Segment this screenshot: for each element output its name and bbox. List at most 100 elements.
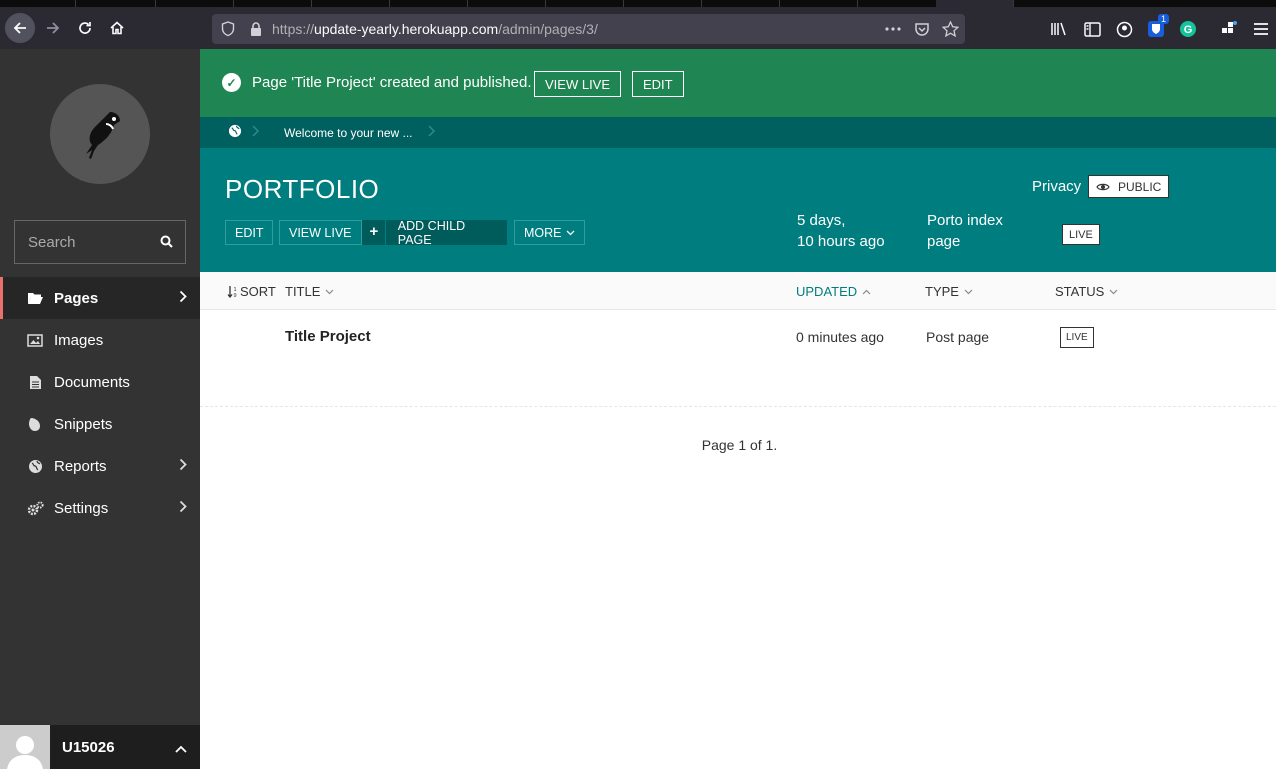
column-header-status[interactable]: STATUS	[1055, 284, 1118, 299]
message-view-live-button[interactable]: VIEW LIVE	[534, 71, 622, 97]
main-content: ✓ Page 'Title Project' created and publi…	[200, 49, 1276, 769]
folder-open-icon	[26, 290, 44, 306]
sidebar-item-documents[interactable]: Documents	[0, 361, 200, 403]
browser-tab[interactable]	[0, 0, 76, 7]
breadcrumb: Welcome to your new ...	[200, 117, 1276, 148]
sort-label: SORT	[240, 284, 276, 299]
sort-numeric-icon: 19	[227, 286, 237, 298]
chevron-down-icon	[325, 289, 334, 294]
success-message: ✓ Page 'Title Project' created and publi…	[200, 49, 1276, 117]
browser-tab[interactable]	[390, 0, 468, 7]
pocket-icon[interactable]	[913, 20, 931, 38]
extensions-icon[interactable]	[1219, 19, 1239, 39]
browser-tab[interactable]	[156, 0, 234, 7]
page-updated: 5 days, 10 hours ago	[797, 210, 885, 252]
grammarly-extension-icon[interactable]: G	[1178, 19, 1198, 39]
row-status-badge[interactable]: LIVE	[1060, 327, 1094, 348]
search-placeholder: Search	[28, 234, 76, 251]
column-label: TYPE	[925, 284, 959, 299]
browser-tab[interactable]	[76, 0, 156, 7]
wagtail-logo[interactable]	[50, 84, 150, 184]
sidebar-item-settings[interactable]: Settings	[0, 487, 200, 529]
user-account-menu[interactable]: U15026	[0, 725, 200, 769]
browser-tab[interactable]	[780, 0, 858, 7]
status-badge[interactable]: LIVE	[1062, 224, 1100, 245]
browser-tab[interactable]	[702, 0, 780, 7]
row-updated: 0 minutes ago	[796, 329, 884, 345]
column-header-updated[interactable]: UPDATED	[796, 284, 871, 299]
privacy-public-button[interactable]: PUBLIC	[1088, 175, 1170, 198]
library-icon[interactable]	[1049, 19, 1069, 39]
privacy-label: Privacy	[1032, 178, 1082, 195]
browser-tab[interactable]	[624, 0, 702, 7]
search-input[interactable]: Search	[14, 220, 186, 264]
browser-toolbar: https://update-yearly.herokuapp.com/admi…	[0, 7, 1276, 49]
snippet-icon	[26, 416, 44, 432]
view-live-button[interactable]: VIEW LIVE	[279, 220, 362, 245]
shield-icon[interactable]	[219, 20, 237, 38]
globe-icon	[26, 458, 44, 474]
browser-tab[interactable]	[546, 0, 624, 7]
chevron-down-icon	[1109, 289, 1118, 294]
breadcrumb-link[interactable]: Welcome to your new ...	[284, 126, 413, 140]
message-edit-button[interactable]: EDIT	[632, 71, 684, 97]
browser-tab[interactable]	[468, 0, 546, 7]
edit-button[interactable]: EDIT	[225, 220, 274, 245]
hamburger-menu-icon[interactable]	[1251, 19, 1271, 39]
browser-tab-strip	[0, 0, 1276, 7]
add-child-page-button[interactable]: + ADD CHILD PAGE	[362, 219, 507, 247]
url-path: /admin/pages/3/	[498, 21, 598, 37]
cogs-icon	[26, 500, 44, 516]
row-title-link[interactable]: Title Project	[285, 328, 371, 345]
reload-button[interactable]	[70, 13, 100, 43]
sort-button[interactable]: 19 SORT	[227, 284, 276, 299]
sidebar-item-label: Snippets	[54, 415, 113, 433]
sidebar: Search Pages Images Documents Snippets R…	[0, 49, 200, 769]
browser-tab-active[interactable]	[936, 0, 1014, 7]
url-text: https://update-yearly.herokuapp.com/admi…	[272, 21, 598, 37]
home-icon	[110, 21, 124, 35]
column-label: TITLE	[285, 284, 321, 299]
user-name: U15026	[62, 738, 115, 756]
sidebar-item-images[interactable]: Images	[0, 319, 200, 361]
more-actions-icon[interactable]	[884, 20, 902, 38]
type-line: page	[927, 233, 961, 250]
row-type: Post page	[926, 329, 990, 345]
privacy-value: PUBLIC	[1118, 179, 1162, 194]
listing-header: 19 SORT TITLE UPDATED TYPE STATUS	[200, 272, 1276, 310]
reload-icon	[79, 22, 91, 34]
search-icon[interactable]	[160, 235, 173, 252]
sidebar-item-pages[interactable]: Pages	[0, 277, 200, 319]
chevron-right-icon	[179, 500, 187, 517]
globe-icon[interactable]	[228, 124, 242, 141]
back-button[interactable]	[5, 13, 35, 43]
check-circle-icon: ✓	[222, 73, 241, 92]
account-icon[interactable]	[1114, 19, 1134, 39]
sidebar-toggle-icon[interactable]	[1082, 19, 1102, 39]
sidebar-item-label: Images	[54, 331, 104, 349]
forward-button[interactable]	[38, 13, 68, 43]
bookmark-star-icon[interactable]	[941, 20, 959, 38]
sidebar-item-reports[interactable]: Reports	[0, 445, 200, 487]
arrow-right-icon	[47, 22, 60, 34]
arrow-left-icon	[13, 22, 26, 34]
browser-tab[interactable]	[312, 0, 390, 7]
lock-icon[interactable]	[247, 20, 265, 38]
column-header-title[interactable]: TITLE	[285, 284, 334, 299]
column-header-type[interactable]: TYPE	[925, 284, 973, 299]
sidebar-item-snippets[interactable]: Snippets	[0, 403, 200, 445]
avatar	[0, 725, 50, 769]
sidebar-item-label: Reports	[54, 457, 107, 475]
browser-tab[interactable]	[234, 0, 312, 7]
sidebar-item-label: Documents	[54, 373, 130, 391]
url-bar[interactable]: https://update-yearly.herokuapp.com/admi…	[212, 14, 965, 44]
chevron-right-icon	[179, 458, 187, 475]
more-dropdown-button[interactable]: MORE	[514, 220, 585, 245]
chevron-down-icon	[964, 289, 973, 294]
bird-logo-icon	[86, 112, 120, 159]
chevron-right-icon	[428, 125, 436, 140]
svg-text:G: G	[1184, 24, 1193, 36]
home-button[interactable]	[102, 13, 132, 43]
url-host: update-yearly.herokuapp.com	[314, 21, 499, 37]
sidebar-item-label: Settings	[54, 499, 109, 517]
